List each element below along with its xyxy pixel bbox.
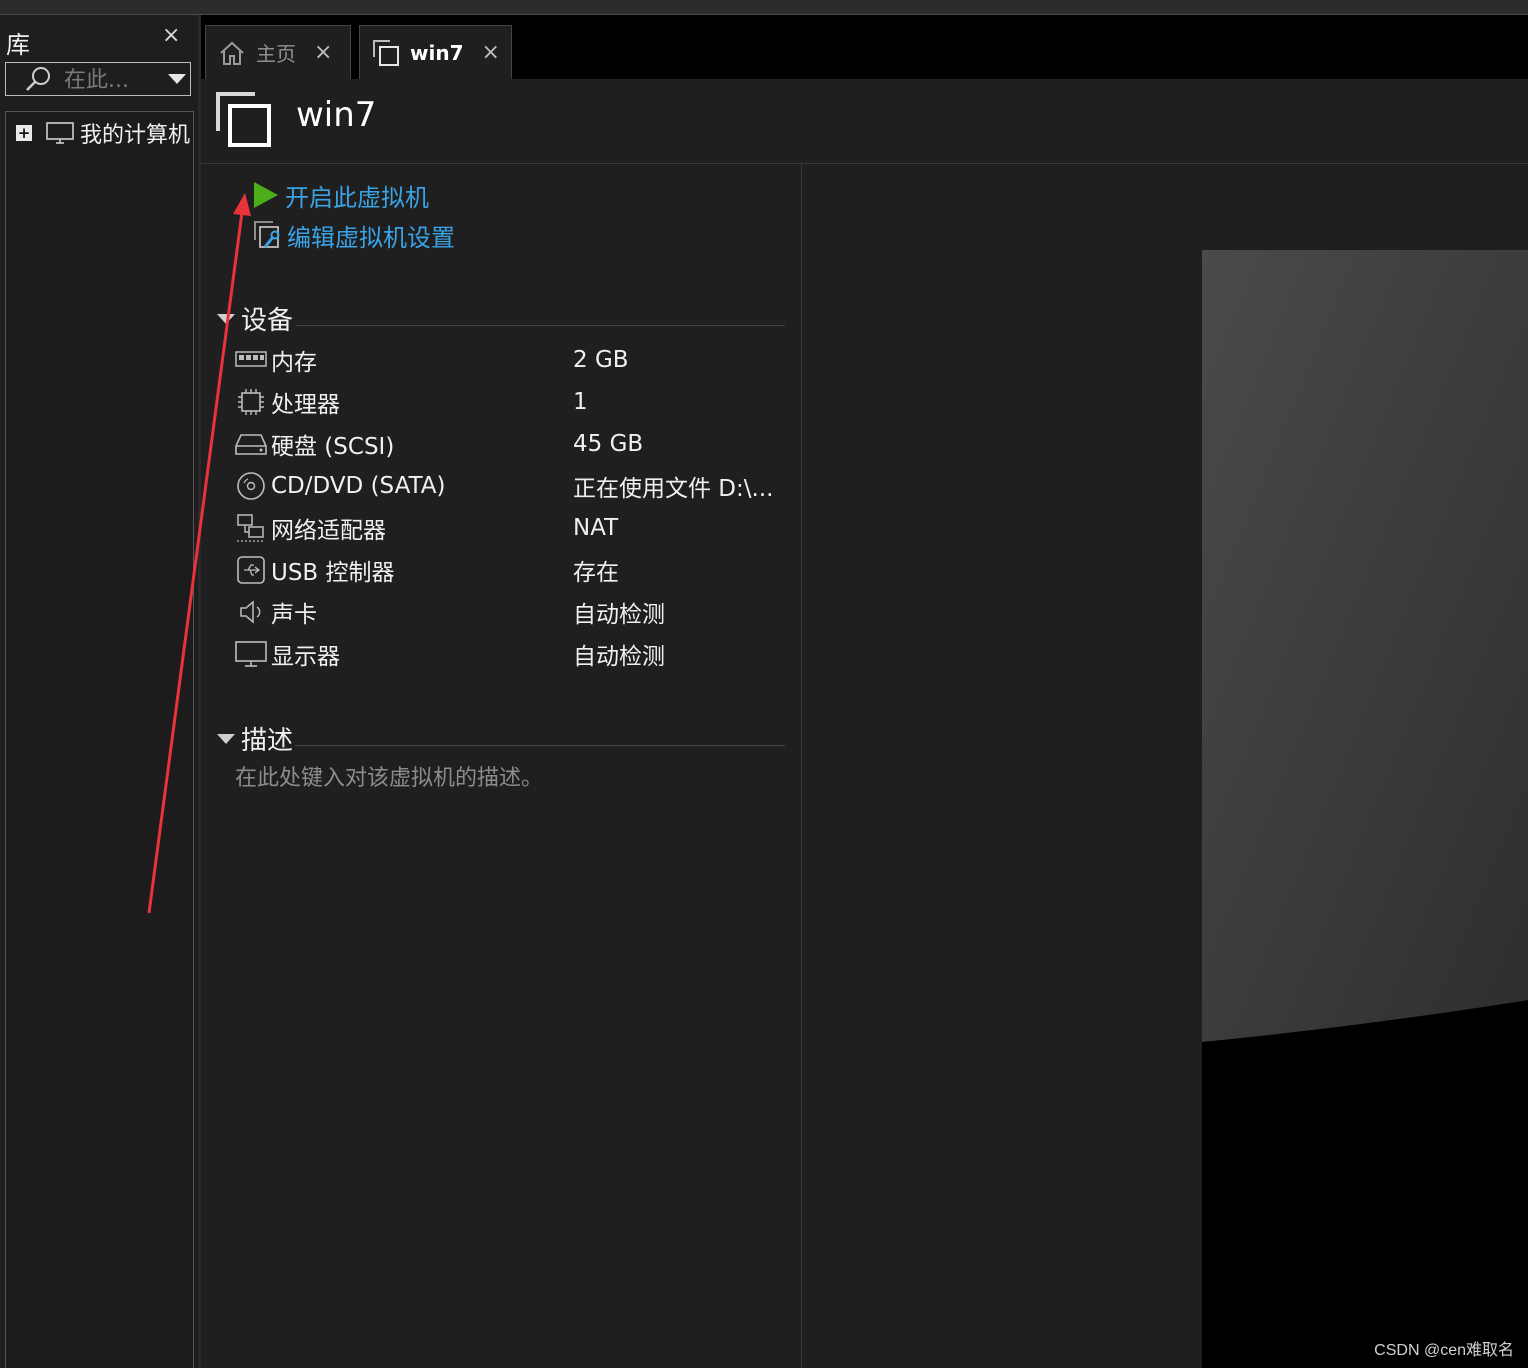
device-value: 1	[573, 389, 588, 415]
description-placeholder[interactable]: 在此处键入对该虚拟机的描述。	[235, 760, 543, 792]
expand-icon[interactable]: +	[16, 125, 32, 141]
device-name: CD/DVD (SATA)	[271, 473, 446, 499]
device-name: USB 控制器	[271, 560, 395, 586]
screen-gloss	[1202, 250, 1528, 1042]
device-value: 自动检测	[573, 602, 665, 628]
top-toolbar-strip	[0, 0, 1528, 15]
tab-win7[interactable]: win7 ×	[359, 25, 512, 79]
watermark-text: CSDN @cen难取名	[1374, 1342, 1514, 1359]
device-value: NAT	[573, 515, 619, 541]
device-row-memory[interactable]: 内存 2 GB	[235, 340, 795, 380]
tab-win7-label: win7	[410, 40, 464, 65]
device-value: 2 GB	[573, 347, 629, 373]
description-section-title: 描述	[241, 726, 294, 756]
device-row-hard-disk[interactable]: 硬盘 (SCSI) 45 GB	[235, 424, 795, 464]
home-icon	[220, 41, 244, 65]
speaker-icon	[240, 600, 261, 624]
display-icon	[235, 641, 267, 667]
usb-icon	[237, 556, 265, 584]
vm-icon	[373, 39, 399, 66]
memory-icon	[235, 351, 267, 367]
vm-large-icon	[216, 92, 271, 147]
power-on-label: 开启此虚拟机	[285, 183, 429, 212]
device-name: 内存	[271, 350, 317, 376]
device-name: 网络适配器	[271, 518, 386, 544]
tab-home[interactable]: 主页 ×	[205, 25, 351, 79]
device-row-cd-dvd[interactable]: CD/DVD (SATA) 正在使用文件 D:\...	[235, 466, 795, 506]
library-title: 库	[6, 31, 30, 59]
device-row-usb[interactable]: USB 控制器 存在	[235, 550, 795, 590]
device-row-sound[interactable]: 声卡 自动检测	[235, 592, 795, 632]
play-icon	[254, 182, 278, 208]
device-value: 正在使用文件 D:\...	[573, 476, 774, 502]
tree-item-label: 我的计算机	[80, 123, 191, 148]
library-search-box[interactable]	[5, 62, 191, 96]
device-value: 存在	[573, 560, 619, 586]
library-panel: 库 × + 我的计算机	[0, 15, 198, 1368]
library-search-input[interactable]	[62, 65, 162, 95]
cpu-icon	[238, 389, 264, 415]
device-row-processor[interactable]: 处理器 1	[235, 382, 795, 422]
vm-preview-area: CSDN @cen难取名	[802, 164, 1528, 1368]
device-value: 自动检测	[573, 644, 665, 670]
cd-dvd-icon	[237, 472, 265, 500]
tab-strip: 主页 × win7 ×	[201, 15, 1528, 79]
edit-settings-action[interactable]: 编辑虚拟机设置	[253, 218, 455, 252]
devices-section-header[interactable]: 设备	[217, 300, 785, 337]
library-close-icon[interactable]: ×	[162, 23, 180, 48]
devices-section-title: 设备	[241, 306, 294, 336]
device-name: 处理器	[271, 392, 340, 418]
tab-home-close-icon[interactable]: ×	[314, 40, 332, 65]
collapse-triangle-icon[interactable]	[217, 733, 235, 744]
section-divider	[295, 325, 785, 326]
monitor-icon	[46, 122, 74, 144]
device-value: 45 GB	[573, 431, 644, 457]
vm-title: win7	[296, 95, 377, 135]
edit-settings-label: 编辑虚拟机设置	[287, 223, 455, 252]
vm-header: win7	[201, 79, 1528, 164]
vm-screen-thumbnail[interactable]	[1202, 250, 1528, 1368]
power-on-action[interactable]: 开启此虚拟机	[253, 178, 429, 212]
device-name: 硬盘 (SCSI)	[271, 434, 395, 460]
tab-home-label: 主页	[256, 42, 296, 66]
device-name: 显示器	[271, 644, 340, 670]
network-icon	[237, 514, 265, 542]
search-dropdown-icon[interactable]	[168, 74, 186, 84]
library-tree: + 我的计算机	[5, 111, 194, 1368]
description-section-header[interactable]: 描述	[217, 720, 785, 757]
vm-summary-panel: 开启此虚拟机 编辑虚拟机设置 设备 内存 2 GB 处理器 1 硬盘 (SCSI…	[201, 164, 801, 1368]
device-row-network[interactable]: 网络适配器 NAT	[235, 508, 795, 548]
tree-item-my-computer[interactable]: + 我的计算机	[16, 118, 190, 148]
device-row-display[interactable]: 显示器 自动检测	[235, 634, 795, 674]
device-name: 声卡	[271, 602, 317, 628]
hard-disk-icon	[235, 434, 267, 455]
search-icon	[26, 67, 50, 91]
collapse-triangle-icon[interactable]	[217, 313, 235, 324]
tab-win7-close-icon[interactable]: ×	[482, 40, 500, 65]
section-divider	[295, 745, 785, 746]
edit-settings-icon	[254, 221, 280, 248]
